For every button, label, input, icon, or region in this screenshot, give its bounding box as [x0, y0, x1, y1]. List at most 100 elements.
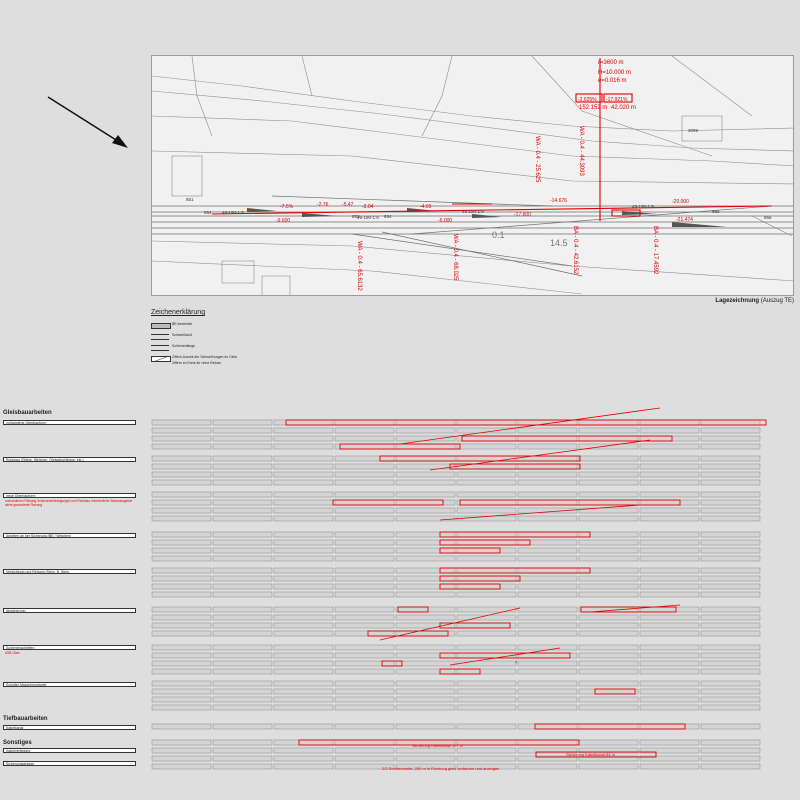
grid-cell	[212, 652, 273, 659]
grid-cell	[639, 491, 700, 498]
grid-cell	[578, 614, 639, 621]
grid-cell	[517, 668, 578, 675]
grid-cell	[517, 471, 578, 478]
grid-cell	[395, 479, 456, 486]
grid-cell	[273, 531, 334, 538]
grid-cell	[395, 630, 456, 637]
grid-cell	[212, 583, 273, 590]
grid-cell	[395, 491, 456, 498]
grid-cell	[578, 723, 639, 730]
grid-cell	[700, 443, 761, 450]
grid-cell	[578, 547, 639, 554]
grid-cell	[334, 515, 395, 522]
grid-cell	[395, 427, 456, 434]
grid-cell	[151, 515, 212, 522]
grid-cell	[395, 755, 456, 762]
grid-cell	[578, 479, 639, 486]
grid-cell	[700, 427, 761, 434]
grid-cell	[151, 606, 212, 613]
grid-cell	[456, 680, 517, 687]
grid-cell	[639, 427, 700, 434]
grid-cell	[700, 739, 761, 746]
grid-cell	[639, 555, 700, 562]
grid-cell	[151, 507, 212, 514]
grid-cell	[639, 575, 700, 582]
grid-cell	[700, 471, 761, 478]
grid-cell	[578, 583, 639, 590]
grid-cell	[700, 688, 761, 695]
grid-cell	[212, 591, 273, 598]
grid-cell	[639, 696, 700, 703]
grid-cell	[212, 419, 273, 426]
grid-rows	[151, 419, 761, 770]
grid-cell	[334, 696, 395, 703]
grid-cell	[395, 463, 456, 470]
grid-cell	[639, 443, 700, 450]
grid-cell	[151, 763, 212, 770]
grid-cell	[212, 755, 273, 762]
grid-cell	[700, 591, 761, 598]
grid-cell	[273, 688, 334, 695]
grid-cell	[273, 555, 334, 562]
grid-cell	[639, 723, 700, 730]
grid-cell	[151, 419, 212, 426]
grid-cell	[151, 688, 212, 695]
grid-cell	[273, 507, 334, 514]
grid-cell	[212, 547, 273, 554]
grid-cell	[395, 531, 456, 538]
grid-cell	[273, 696, 334, 703]
grid-cell	[334, 531, 395, 538]
grid-cell	[334, 507, 395, 514]
grid-cell	[273, 622, 334, 629]
grid-cell	[273, 630, 334, 637]
grid-cell	[578, 622, 639, 629]
grid-cell	[334, 630, 395, 637]
grid-cell	[212, 747, 273, 754]
grid-cell	[395, 747, 456, 754]
grid-cell	[273, 463, 334, 470]
grid-cell	[517, 491, 578, 498]
grid-cell	[578, 463, 639, 470]
grid-cell	[151, 630, 212, 637]
grid-cell	[456, 479, 517, 486]
grid-cell	[395, 583, 456, 590]
grid-cell	[334, 567, 395, 574]
grid-cell	[639, 531, 700, 538]
grid-cell	[517, 591, 578, 598]
grid-cell	[517, 515, 578, 522]
grid-cell	[700, 614, 761, 621]
grid-cell	[456, 455, 517, 462]
grid-cell	[700, 583, 761, 590]
grid-cell	[456, 531, 517, 538]
grid-cell	[273, 614, 334, 621]
grid-cell	[578, 763, 639, 770]
grid-cell	[578, 531, 639, 538]
grid-cell	[273, 427, 334, 434]
grid-cell	[212, 499, 273, 506]
grid-cell	[334, 419, 395, 426]
grid-cell	[517, 555, 578, 562]
grid-cell	[517, 644, 578, 651]
grid-cell	[639, 463, 700, 470]
grid-cell	[700, 507, 761, 514]
grid-cell	[151, 547, 212, 554]
grid-cell	[578, 739, 639, 746]
grid-cell	[456, 555, 517, 562]
grid-cell	[639, 507, 700, 514]
grid-cell	[273, 652, 334, 659]
grid-cell	[334, 539, 395, 546]
grid-cell	[578, 704, 639, 711]
grid-cell	[273, 739, 334, 746]
grid-cell	[456, 471, 517, 478]
grid-cell	[639, 680, 700, 687]
grid-cell	[456, 704, 517, 711]
grid-cell	[273, 668, 334, 675]
grid-cell	[151, 696, 212, 703]
grid-cell	[517, 723, 578, 730]
grid-cell	[395, 660, 456, 667]
grid-cell	[334, 723, 395, 730]
grid-cell	[517, 704, 578, 711]
grid-cell	[639, 455, 700, 462]
grid-cell	[151, 652, 212, 659]
grid-cell	[578, 644, 639, 651]
